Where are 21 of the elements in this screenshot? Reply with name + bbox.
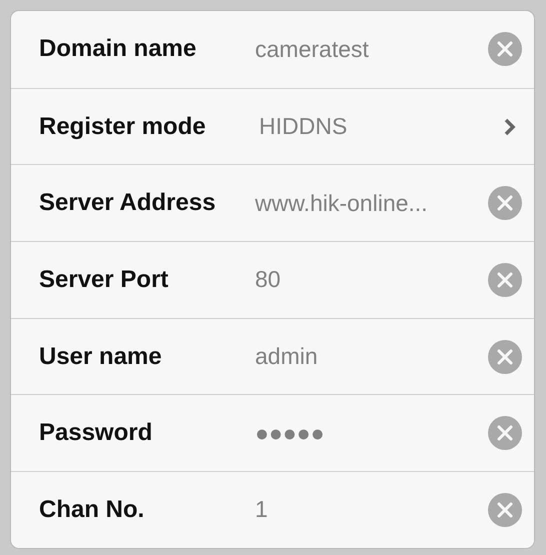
field-label: Server Port — [39, 266, 170, 294]
field-label: Server Address — [39, 189, 217, 218]
input-field[interactable]: ●●●●● — [255, 420, 486, 447]
input-field[interactable]: 80 — [255, 266, 486, 294]
input-field[interactable]: 1 — [255, 496, 486, 524]
field-label: Register mode — [39, 112, 207, 141]
clear-icon[interactable] — [488, 32, 522, 66]
clear-icon[interactable] — [488, 416, 522, 450]
clear-icon[interactable] — [488, 262, 522, 297]
chevron-icon[interactable] — [504, 118, 516, 136]
field-label: Password — [39, 419, 154, 448]
input-field[interactable]: admin — [255, 343, 486, 370]
clear-icon[interactable] — [488, 492, 522, 527]
input-field[interactable]: cameratest — [255, 36, 486, 63]
clear-icon[interactable] — [488, 340, 522, 374]
field-label: Domain name — [39, 35, 198, 64]
clear-icon[interactable] — [488, 186, 522, 220]
field-label: Chan No. — [39, 496, 146, 524]
input-field[interactable]: www.hik-online... — [255, 190, 486, 217]
field-label: User name — [39, 342, 163, 371]
picker-value[interactable]: HIDDNS — [255, 113, 486, 140]
